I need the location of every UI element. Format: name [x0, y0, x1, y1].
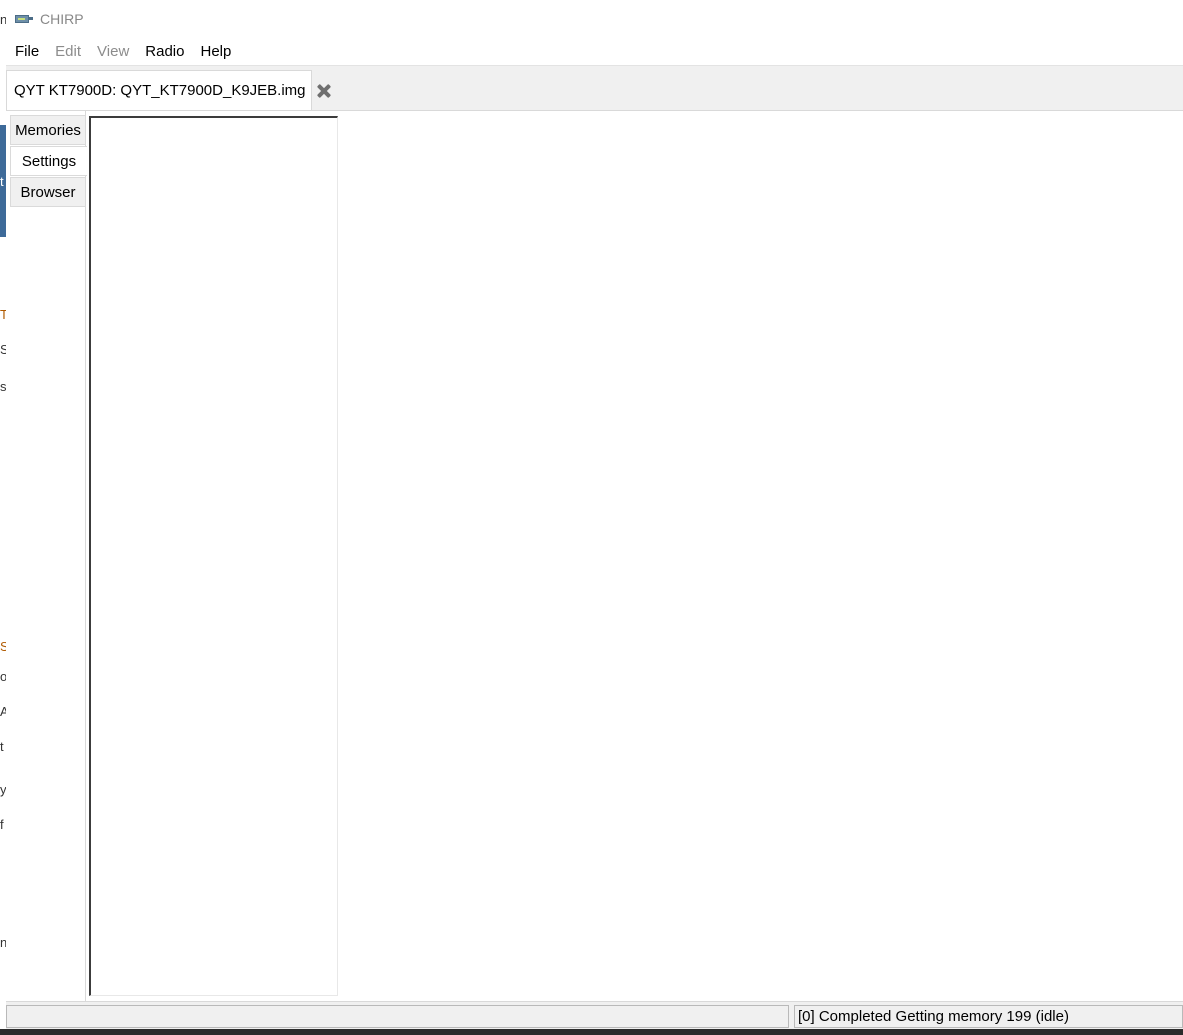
tab-memories[interactable]: Memories [10, 115, 86, 145]
chirp-window: CHIRP File Edit View Radio Help QYT KT79… [6, 0, 1183, 1035]
menu-bar: File Edit View Radio Help [6, 38, 1183, 66]
window-title: CHIRP [40, 11, 84, 27]
side-tab-bar: Memories Settings Browser [6, 111, 87, 1001]
radio-app-icon [15, 14, 33, 24]
radio-editor-area: Memories Settings Browser [6, 111, 1183, 1001]
document-tab-label: QYT KT7900D: QYT_KT7900D_K9JEB.img [14, 82, 306, 99]
menu-help[interactable]: Help [192, 38, 239, 65]
tab-browser-label: Browser [20, 183, 76, 201]
menu-radio[interactable]: Radio [137, 38, 192, 65]
status-field-left [6, 1005, 789, 1028]
menu-edit[interactable]: Edit [47, 38, 89, 65]
tab-memories-label: Memories [15, 121, 81, 139]
document-tab-strip: QYT KT7900D: QYT_KT7900D_K9JEB.img [6, 66, 1183, 111]
tab-settings[interactable]: Settings [10, 146, 87, 176]
menu-view[interactable]: View [89, 38, 137, 65]
tab-settings-label: Settings [21, 152, 77, 170]
settings-tree-panel[interactable] [89, 116, 338, 996]
taskbar-edge [0, 1029, 1183, 1035]
title-bar[interactable]: CHIRP [6, 0, 1183, 38]
status-message: [0] Completed Getting memory 199 (idle) [794, 1005, 1183, 1028]
status-bar: [0] Completed Getting memory 199 (idle) [6, 1001, 1183, 1030]
document-tab[interactable]: QYT KT7900D: QYT_KT7900D_K9JEB.img [6, 70, 312, 110]
menu-file[interactable]: File [6, 38, 47, 65]
tab-browser[interactable]: Browser [10, 177, 86, 207]
